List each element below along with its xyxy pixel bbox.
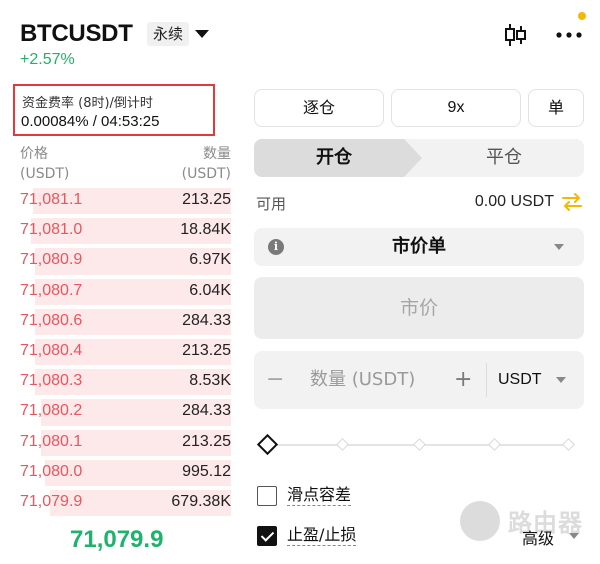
ask-price: 71,080.9	[20, 251, 83, 269]
ask-quantity: 6.04K	[189, 281, 231, 299]
ask-price: 71,080.0	[20, 462, 83, 480]
available-value: 0.00 USDT	[474, 193, 554, 210]
chevron-down-icon	[556, 377, 566, 383]
ask-price: 71,081.1	[20, 191, 83, 208]
orderbook-row[interactable]: 71,080.6 284.33	[20, 307, 231, 337]
orderbook-asks: 71,081.1 213.25 71,081.0 18.84K 71,080.9 6.97…	[20, 186, 231, 518]
ask-quantity: 679.38K	[171, 492, 231, 510]
price-change: +2.57%	[20, 51, 75, 68]
ask-price: 71,081.0	[20, 221, 83, 239]
slider-tick-100[interactable]	[562, 438, 575, 451]
more-icon[interactable]	[555, 27, 583, 41]
tab-close[interactable]: 平仓	[424, 139, 584, 177]
slider-tick-75[interactable]	[488, 438, 501, 451]
orderbook-row[interactable]: 71,079.9 679.38K	[20, 488, 231, 518]
chevron-down-icon[interactable]	[195, 30, 209, 38]
orderbook-row[interactable]: 71,080.3 8.53K	[20, 367, 231, 397]
orderbook-qty-header: 数量 (USDT)	[182, 144, 231, 184]
ask-price: 71,079.9	[20, 492, 83, 510]
funding-rate-value: 0.00084% / 04:53:25	[21, 113, 160, 130]
header: BTCUSDT 永续 +2.57%	[0, 0, 600, 80]
tpsl-label: 止盈/止损	[287, 525, 357, 546]
funding-rate-label: 资金费率 (8时)/倒计时	[22, 96, 153, 111]
slider-handle[interactable]	[256, 433, 279, 456]
orderbook-row[interactable]: 71,081.0 18.84K	[20, 216, 231, 246]
contract-type-tag: 永续	[147, 22, 190, 46]
order-type-select[interactable]: i 市价单	[254, 228, 584, 266]
orderbook-row[interactable]: 71,080.2 284.33	[20, 397, 231, 427]
orderbook-price-header: 价格 (USDT)	[20, 144, 69, 184]
ask-price: 71,080.7	[20, 281, 83, 299]
qty-slider[interactable]	[256, 432, 578, 458]
swap-icon[interactable]	[560, 192, 584, 212]
watermark-icon	[460, 501, 500, 541]
ask-price: 71,080.3	[20, 372, 83, 390]
notification-dot	[578, 12, 586, 20]
symbol-title[interactable]: BTCUSDT	[20, 20, 133, 48]
orderbook-row[interactable]: 71,081.1 213.25	[20, 186, 231, 216]
qty-header-unit: (USDT)	[181, 166, 231, 182]
ask-quantity: 995.12	[182, 462, 231, 480]
ask-quantity: 284.33	[182, 311, 231, 329]
slider-tick-50[interactable]	[413, 438, 426, 451]
orderbook-row[interactable]: 71,080.7 6.04K	[20, 277, 231, 307]
ask-quantity: 213.25	[182, 432, 231, 450]
ask-quantity: 213.25	[182, 341, 231, 359]
leverage-button[interactable]: 9x	[391, 89, 521, 127]
price-header-label: 价格	[20, 146, 48, 162]
tab-open[interactable]: 开仓	[254, 139, 414, 177]
ask-price: 71,080.4	[20, 341, 83, 359]
chevron-down-icon	[554, 244, 564, 250]
last-price[interactable]: 71,079.9	[70, 526, 163, 554]
qty-increase-button[interactable]: +	[454, 351, 472, 409]
tpsl-checkbox[interactable]	[257, 526, 277, 546]
price-header-unit: (USDT)	[20, 166, 70, 182]
ask-quantity: 8.53K	[189, 372, 231, 390]
ask-quantity: 284.33	[182, 402, 231, 420]
price-placeholder: 市价	[399, 297, 438, 319]
slider-tick-25[interactable]	[336, 438, 349, 451]
orderbook-row[interactable]: 71,080.4 213.25	[20, 337, 231, 367]
qty-input[interactable]: 数量 (USDT)	[310, 351, 415, 409]
candlestick-icon[interactable]	[502, 22, 528, 48]
margin-mode-button[interactable]: 逐仓	[254, 89, 384, 127]
qty-unit-select[interactable]: USDT	[498, 351, 542, 409]
qty-divider	[486, 363, 487, 397]
orderbook-row[interactable]: 71,080.0 995.12	[20, 458, 231, 488]
ask-quantity: 213.25	[182, 191, 231, 208]
slippage-checkbox[interactable]	[257, 486, 277, 506]
ask-price: 71,080.6	[20, 311, 83, 329]
available-label: 可用	[256, 195, 287, 213]
ask-quantity: 18.84K	[180, 221, 231, 239]
quantity-stepper: − 数量 (USDT) + USDT	[254, 351, 584, 409]
orderbook-row[interactable]: 71,080.1 213.25	[20, 428, 231, 458]
price-input[interactable]: 市价	[254, 277, 584, 339]
order-type-label: 市价单	[392, 236, 446, 257]
chevron-down-icon	[569, 533, 579, 539]
open-close-tabs: 开仓 平仓	[254, 139, 584, 177]
ask-quantity: 6.97K	[189, 251, 231, 269]
qty-decrease-button[interactable]: −	[266, 351, 284, 409]
position-mode-button[interactable]: 单	[528, 89, 584, 127]
advanced-select[interactable]: 高级	[522, 525, 554, 549]
ask-price: 71,080.2	[20, 402, 83, 420]
ask-price: 71,080.1	[20, 432, 83, 450]
slippage-label: 滑点容差	[287, 485, 352, 506]
orderbook-row[interactable]: 71,080.9 6.97K	[20, 246, 231, 276]
funding-rate-box[interactable]: 资金费率 (8时)/倒计时 0.00084% / 04:53:25	[13, 84, 215, 136]
qty-header-label: 数量	[203, 146, 231, 162]
